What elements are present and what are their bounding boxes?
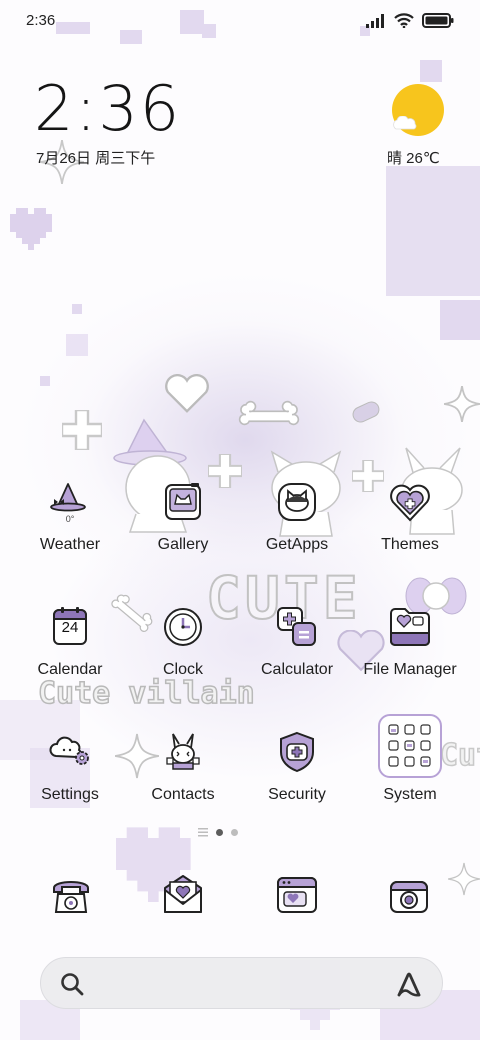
app-label: Settings — [41, 786, 99, 803]
signal-icon — [366, 13, 384, 28]
weather-badge: 0° — [65, 514, 75, 524]
app-getapps[interactable]: GetApps — [237, 480, 357, 590]
app-file-manager[interactable]: File Manager — [350, 605, 470, 715]
browser-window-icon[interactable] — [274, 872, 320, 918]
messages-envelope-icon[interactable] — [160, 872, 206, 918]
status-bar: 2:36 — [0, 0, 480, 44]
app-calendar[interactable]: 24 Calendar — [10, 605, 130, 715]
phone-icon[interactable] — [48, 872, 94, 918]
wifi-icon — [394, 13, 414, 28]
search-bar[interactable] — [40, 957, 443, 1009]
camera-icon[interactable] — [386, 872, 432, 918]
search-icon[interactable] — [59, 971, 85, 997]
security-shield-icon — [280, 731, 314, 773]
system-folder-icon — [378, 714, 442, 778]
status-icons — [366, 13, 454, 28]
assistant-a-icon[interactable] — [394, 970, 424, 998]
themes-heart-icon — [390, 484, 430, 522]
clock-widget-time[interactable]: 2:36 — [34, 72, 181, 145]
app-label: Weather — [39, 536, 101, 553]
folder-mini-icons — [388, 724, 431, 767]
app-security[interactable]: Security — [237, 730, 357, 840]
battery-icon — [422, 13, 454, 28]
cloud-icon — [393, 116, 417, 130]
settings-cloud-gear-icon — [49, 736, 89, 765]
app-label: Calculator — [260, 661, 334, 678]
app-label: Clock — [162, 661, 203, 678]
contacts-bunny-icon — [166, 733, 200, 770]
page-dot — [231, 829, 238, 836]
app-label: System — [383, 786, 437, 803]
app-themes[interactable]: Themes — [350, 480, 470, 590]
app-weather[interactable]: 0° Weather — [10, 480, 130, 590]
app-drawer-lines-icon — [198, 828, 208, 837]
status-time: 2:36 — [26, 12, 56, 29]
gallery-cat-photo-icon — [165, 483, 201, 520]
app-clock[interactable]: Clock — [123, 605, 243, 715]
app-calculator[interactable]: Calculator — [237, 605, 357, 715]
app-settings[interactable]: Settings — [10, 730, 130, 840]
app-label: Gallery — [157, 536, 209, 553]
weather-widget-text: 晴 26℃ — [387, 150, 440, 167]
page-dot-active — [216, 829, 223, 836]
getapps-cat-bag-icon — [278, 483, 316, 521]
app-contacts[interactable]: Contacts — [123, 730, 243, 840]
page-indicator[interactable] — [198, 828, 238, 837]
calendar-date-badge: 24 — [61, 619, 79, 636]
app-label: Contacts — [151, 786, 215, 803]
app-gallery[interactable]: Gallery — [123, 480, 243, 590]
file-manager-icon — [390, 608, 430, 646]
calculator-icon — [277, 607, 316, 646]
app-label: Themes — [381, 536, 439, 553]
app-label: Security — [268, 786, 326, 803]
app-system-folder[interactable]: System — [350, 714, 470, 840]
app-label: File Manager — [363, 661, 457, 678]
clock-icon — [164, 608, 202, 646]
clock-widget-date[interactable]: 7月26日 周三下午 — [36, 147, 155, 168]
app-label: Calendar — [37, 661, 103, 678]
app-label: GetApps — [265, 536, 329, 553]
